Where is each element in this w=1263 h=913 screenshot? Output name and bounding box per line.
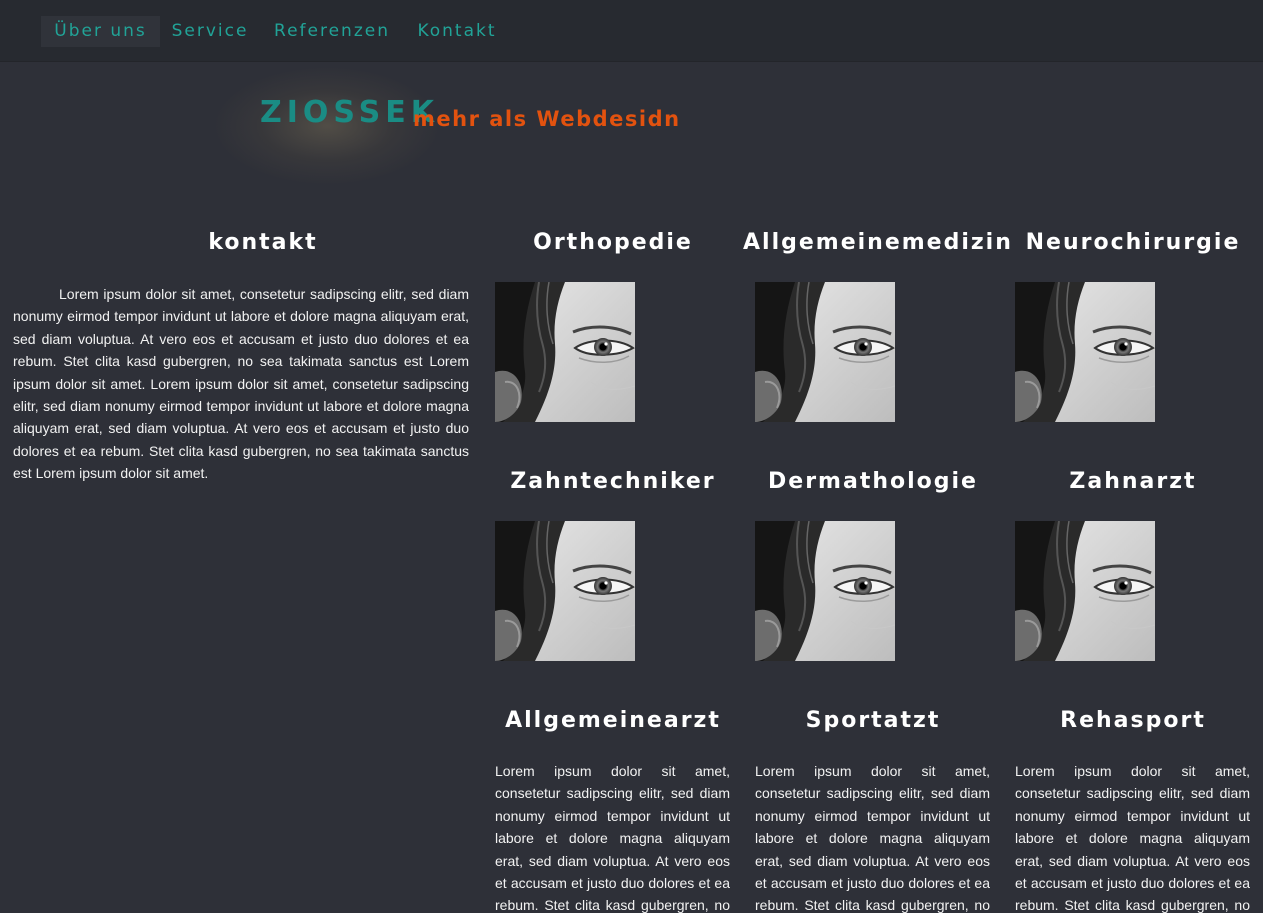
card-photo-orthopedie: [495, 282, 635, 422]
card-photo-neurochirurgie: [1015, 282, 1155, 422]
card-text-sportatzt: Lorem ipsum dolor sit amet, consetetur s…: [755, 763, 990, 913]
card-photo-dermathologie: [755, 521, 895, 661]
nav-item-kontakt[interactable]: Kontakt: [405, 16, 509, 47]
face-photo: [1015, 282, 1155, 422]
card-title-zahnarzt: Zahnarzt: [1069, 469, 1197, 494]
contact-title: kontakt: [208, 230, 318, 255]
card-title-zahntechniker: Zahntechniker: [510, 469, 716, 494]
top-navigation: Über uns Service Referenzen Kontakt: [0, 0, 1263, 62]
face-photo: [755, 282, 895, 422]
card-title-sportatzt: Sportatzt: [805, 708, 941, 733]
card-photo-allgemeinemedizin: [755, 282, 895, 422]
card-title-dermathologie: Dermathologie: [768, 469, 978, 494]
nav-item-service[interactable]: Service: [160, 16, 260, 47]
face-photo: [1015, 521, 1155, 661]
nav-item-ueber-uns[interactable]: Über uns: [41, 16, 160, 47]
card-photo-zahntechniker: [495, 521, 635, 661]
face-photo: [495, 282, 635, 422]
card-title-orthopedie: Orthopedie: [533, 230, 693, 255]
card-title-allgemeinearzt: Allgemeinearzt: [505, 708, 721, 733]
face-photo: [755, 521, 895, 661]
face-photo: [495, 521, 635, 661]
card-text-rehasport: Lorem ipsum dolor sit amet, consetetur s…: [1015, 763, 1250, 913]
card-photo-zahnarzt: [1015, 521, 1155, 661]
card-title-neurochirurgie: Neurochirurgie: [1025, 230, 1241, 255]
nav-item-referenzen[interactable]: Referenzen: [264, 16, 400, 47]
card-title-rehasport: Rehasport: [1060, 708, 1206, 733]
contact-text: Lorem ipsum dolor sit amet, consetetur s…: [13, 286, 469, 482]
brand-tagline: mehr als Webdesidn: [413, 107, 681, 131]
card-text-allgemeinearzt: Lorem ipsum dolor sit amet, consetetur s…: [495, 763, 730, 913]
card-title-allgemeinemedizin: Allgemeinemedizin: [743, 230, 1013, 255]
